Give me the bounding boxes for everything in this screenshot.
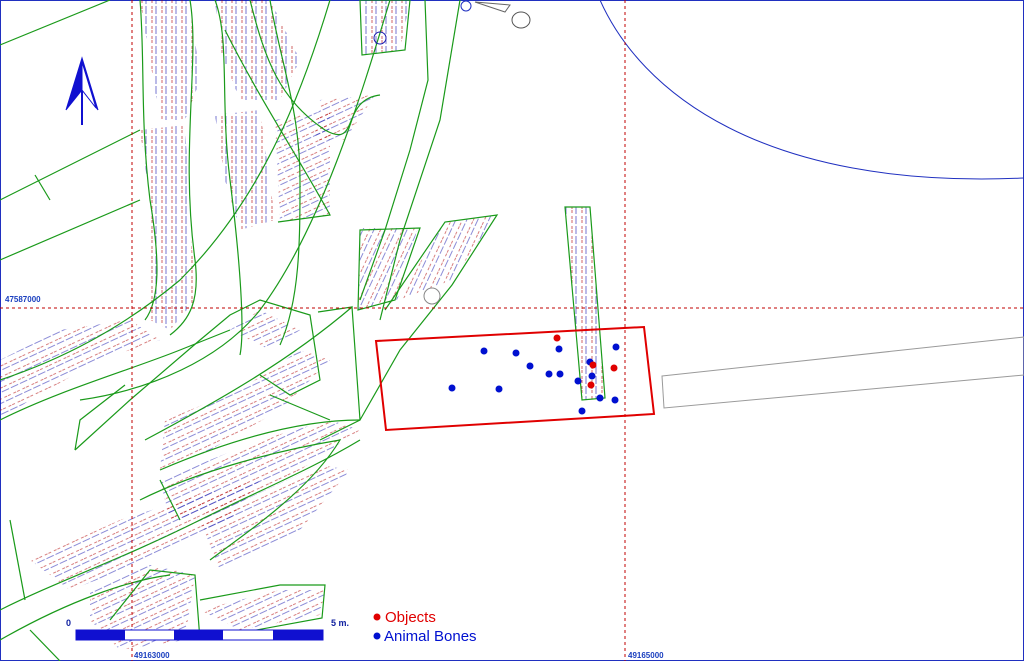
scale-start-label: 0 (66, 618, 71, 628)
legend-objects-label: Objects (385, 609, 436, 626)
animal-bone-point (612, 343, 620, 351)
excavation-map: 47587000 49163000 49165000 0 5 m. Object… (0, 0, 1024, 661)
legend-animal-bones-label: Animal Bones (384, 628, 477, 645)
animal-bone-point (556, 370, 564, 378)
easting-left-label: 49163000 (134, 651, 170, 660)
animal-bone-point (596, 394, 604, 402)
animal-bone-point (545, 370, 553, 378)
scale-end-label: 5 m. (331, 618, 349, 628)
study-area-outline (374, 325, 656, 432)
north-arrow-icon (65, 56, 99, 125)
object-point (589, 361, 597, 369)
animal-bone-point (611, 396, 619, 404)
animal-bone-point (512, 349, 520, 357)
legend-objects-marker (373, 613, 381, 621)
map-legend: Objects Animal Bones (373, 609, 477, 645)
coordinate-grid (0, 0, 1024, 661)
animal-bone-point (495, 385, 503, 393)
object-point (587, 381, 595, 389)
easting-right-label: 49165000 (628, 651, 664, 660)
animal-bone-point (526, 362, 534, 370)
animal-bone-point (574, 377, 582, 385)
contour-line (599, 0, 1024, 180)
object-point (610, 364, 618, 372)
animal-bone-point (555, 345, 563, 353)
object-point (553, 334, 561, 342)
northing-label: 47587000 (5, 295, 41, 304)
legend-animal-bones-marker (373, 632, 381, 640)
animal-bone-point (480, 347, 488, 355)
map-frame (0, 0, 1024, 661)
grey-trench (661, 336, 1024, 409)
animal-bone-point (578, 407, 586, 415)
animal-bone-point (588, 372, 596, 380)
animal-bone-point (448, 384, 456, 392)
